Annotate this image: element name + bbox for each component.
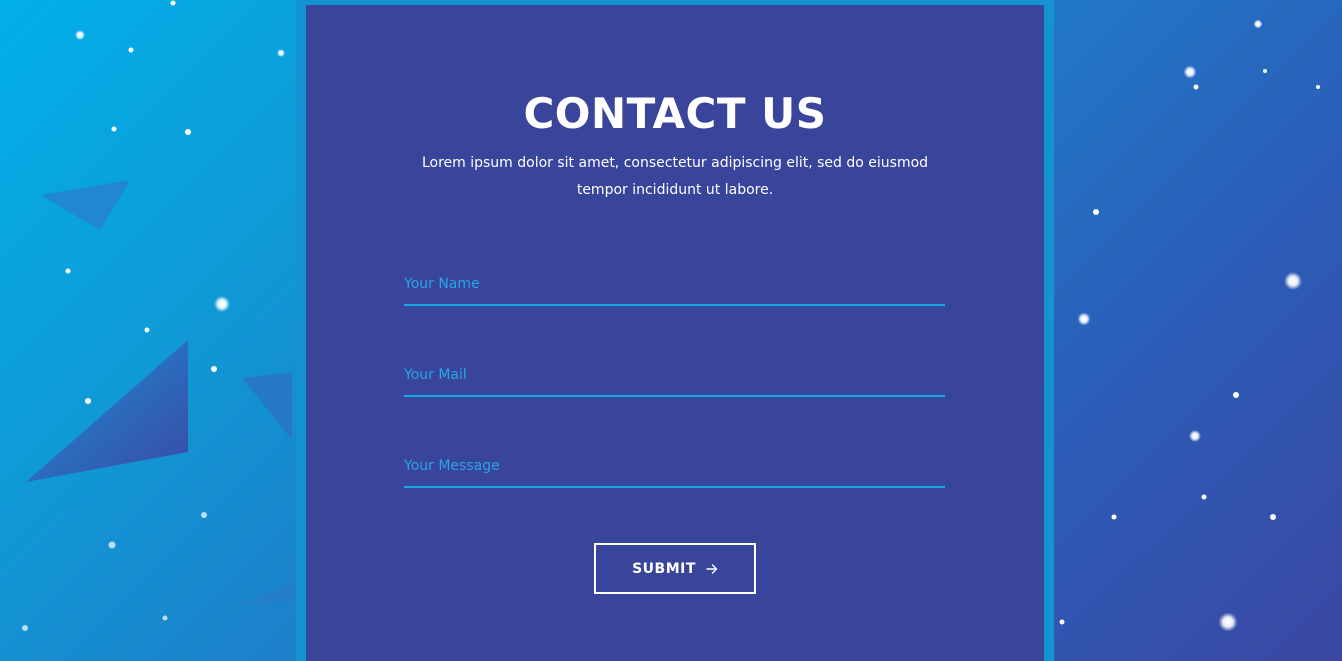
- mail-input[interactable]: [404, 355, 945, 395]
- mail-field: [404, 355, 945, 397]
- contact-title: CONTACT US: [523, 89, 827, 138]
- star-dot: [144, 327, 150, 333]
- star-dot: [128, 47, 134, 53]
- star-dot: [1077, 312, 1091, 326]
- background-triangles: [26, 180, 300, 604]
- star-dot: [75, 30, 85, 40]
- star-dot: [1218, 612, 1238, 632]
- star-dot: [108, 541, 116, 549]
- star-dot: [85, 398, 91, 404]
- arrow-right-icon: [706, 563, 718, 575]
- triangle-shape: [240, 580, 300, 604]
- message-input[interactable]: [404, 446, 945, 486]
- star-dot: [1059, 619, 1065, 625]
- star-dot: [170, 0, 176, 6]
- triangle-shape: [26, 340, 188, 482]
- star-dot: [1193, 84, 1199, 90]
- star-dot: [1270, 514, 1276, 520]
- name-field: [404, 264, 945, 306]
- star-dot: [1093, 209, 1099, 215]
- star-dot: [111, 126, 117, 132]
- star-dot: [1189, 430, 1201, 442]
- star-dot: [1284, 272, 1302, 290]
- triangle-shape: [40, 180, 130, 230]
- message-field: [404, 446, 945, 488]
- name-input[interactable]: [404, 264, 945, 304]
- star-dot: [1183, 65, 1197, 79]
- submit-button[interactable]: SUBMIT: [594, 543, 756, 594]
- star-dot: [1316, 85, 1320, 89]
- star-dot: [1263, 69, 1267, 73]
- star-dot: [1201, 494, 1207, 500]
- star-dot: [162, 615, 168, 621]
- submit-label: SUBMIT: [632, 560, 696, 577]
- star-dot: [22, 625, 28, 631]
- star-dot: [214, 296, 230, 312]
- star-dot: [185, 129, 191, 135]
- star-dot: [201, 512, 207, 518]
- star-dot: [211, 366, 217, 372]
- contact-card: CONTACT US Lorem ipsum dolor sit amet, c…: [306, 5, 1044, 661]
- contact-description: Lorem ipsum dolor sit amet, consectetur …: [421, 155, 929, 198]
- triangle-shape: [242, 372, 292, 440]
- star-dot: [1233, 392, 1239, 398]
- star-dot: [277, 49, 285, 57]
- star-dot: [1111, 514, 1117, 520]
- star-dot: [1253, 19, 1263, 29]
- star-dot: [65, 268, 71, 274]
